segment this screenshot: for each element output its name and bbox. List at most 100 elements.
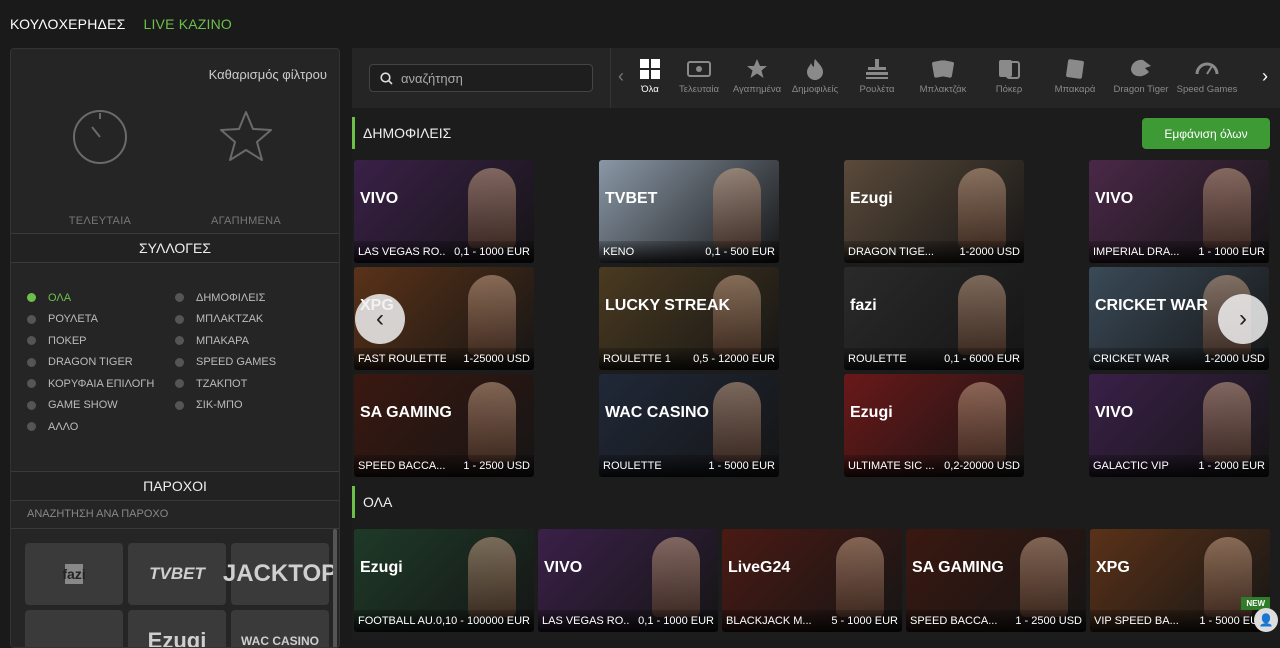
category-dragon[interactable]: Dragon Tiger [1108, 56, 1174, 104]
game-card[interactable]: fazi ROULETTE 0,1 - 6000 EUR [844, 267, 1024, 370]
category-grid[interactable]: Όλα [630, 56, 670, 104]
tab-live-casino[interactable]: LIVE KAZINO [143, 16, 232, 32]
dealer-image [713, 275, 761, 355]
game-card[interactable]: TVBET KENO 0,1 - 500 EUR [599, 160, 779, 263]
search-box[interactable] [369, 64, 593, 92]
collection-item[interactable]: ΑΛΛΟ [27, 420, 175, 434]
provider-logo: LiveG24 [728, 559, 791, 576]
collection-item[interactable]: ΟΛΑ [27, 291, 175, 305]
game-card[interactable]: WAC CASINO ROULETTE 1 - 5000 EUR [599, 374, 779, 477]
carousel-prev-button[interactable]: ‹ [355, 294, 405, 344]
dealer-image [1203, 168, 1251, 248]
game-name: LAS VEGAS RO... [358, 246, 446, 258]
show-all-button[interactable]: Εμφάνιση όλων [1142, 118, 1270, 149]
game-card[interactable]: XPG NEW VIP SPEED BA... 1 - 5000 EUR [1090, 529, 1270, 632]
game-name: IMPERIAL DRA... [1093, 246, 1180, 258]
category-star[interactable]: Αγαπημένα [728, 56, 786, 104]
game-card[interactable]: LUCKY STREAK ROULETTE 1 0,5 - 12000 EUR [599, 267, 779, 370]
game-info-bar: ROULETTE 0,1 - 6000 EUR [844, 348, 1024, 370]
dealer-image [958, 382, 1006, 462]
dealer-image [468, 382, 516, 462]
collection-item[interactable]: ΜΠΛΑΚΤΖΑΚ [175, 313, 323, 327]
dealer-image [836, 537, 884, 617]
game-card[interactable]: SA GAMING SPEED BACCA... 1 - 2500 USD [906, 529, 1086, 632]
collection-item[interactable]: GAME SHOW [27, 399, 175, 413]
category-baccarat[interactable]: Μπακαρά [1042, 56, 1108, 104]
provider-search-input[interactable]: ΑΝΑΖΗΤΗΣΗ ΑΝΑ ΠΑΡΟΧΟ [11, 501, 339, 529]
collection-label: ΣΙΚ-ΜΠΟ [196, 399, 243, 412]
game-card[interactable]: VIVO IMPERIAL DRA... 1 - 1000 EUR [1089, 160, 1269, 263]
game-card[interactable]: VIVO LAS VEGAS RO... 0,1 - 1000 EUR [354, 160, 534, 263]
game-name: SPEED BACCA... [910, 615, 998, 627]
provider-logo: Ezugi [850, 404, 893, 421]
category-list: Όλα Τελευταία Αγαπημένα Δημοφιλείς Ρουλέτα Μπ… [630, 56, 1240, 104]
game-name: VIP SPEED BA... [1094, 615, 1179, 627]
collection-item[interactable]: ΡΟΥΛΕΤΑ [27, 313, 175, 327]
bet-limits: 0,1 - 1000 EUR [454, 246, 530, 258]
collections-header: ΣΥΛΛΟΓΕΣ [11, 233, 339, 263]
category-blackjack[interactable]: Μπλακτζάκ [910, 56, 976, 104]
radio-dot-icon [27, 400, 36, 410]
game-card[interactable]: VIVO LAS VEGAS RO... 0,1 - 1000 EUR [538, 529, 718, 632]
game-name: ROULETTE [848, 353, 907, 365]
sidebar-scrollbar[interactable] [333, 529, 337, 647]
user-support-icon[interactable]: 👤 [1254, 608, 1278, 632]
provider-logo: Ezugi [360, 559, 403, 576]
game-name: GALACTIC VIP [1093, 460, 1169, 472]
main-content: ‹ Όλα Τελευταία Αγαπημένα Δημοφιλείς Ρουλέτα… [352, 48, 1280, 640]
category-label: Αγαπημένα [732, 84, 782, 95]
category-poker[interactable]: Πόκερ [976, 56, 1042, 104]
provider-logo: Ezugi [850, 190, 893, 207]
game-info-bar: ULTIMATE SIC ... 0,2-20000 USD [844, 455, 1024, 477]
category-label: Τελευταία [679, 84, 719, 95]
game-card[interactable]: Ezugi ULTIMATE SIC ... 0,2-20000 USD [844, 374, 1024, 477]
collection-item[interactable]: ΜΠΑΚΑΡΑ [175, 334, 323, 348]
provider-ezugi[interactable]: Ezugi [128, 610, 226, 647]
collection-item[interactable]: ΚΟΡΥΦΑΙΑ ΕΠΙΛΟΓΗ [27, 377, 175, 391]
bet-limits: 1 - 1000 EUR [1198, 246, 1265, 258]
collection-label: ΜΠΑΚΑΡΑ [196, 334, 249, 347]
game-card[interactable]: SA GAMING SPEED BACCA... 1 - 2500 USD [354, 374, 534, 477]
collection-item[interactable]: SPEED GAMES [175, 356, 323, 370]
bet-limits: 1-2000 USD [1204, 353, 1265, 365]
star-outline-icon [218, 109, 274, 165]
clear-filter-link[interactable]: Καθαρισμός φίλτρου [209, 67, 327, 82]
tab-slots[interactable]: ΚΟΥΛΟΧΕΡΗΔΕΣ [10, 16, 125, 32]
collection-item[interactable]: ΔΗΜΟΦΙΛΕΙΣ [175, 291, 323, 305]
provider-jacktop[interactable]: JACKTOP [223, 543, 337, 605]
game-info-bar: FAST ROULETTE 1-25000 USD [354, 348, 534, 370]
baccarat-icon [1042, 56, 1108, 82]
bet-limits: 5 - 1000 EUR [831, 615, 898, 627]
collection-item[interactable]: ΠΟΚΕΡ [27, 334, 175, 348]
provider-fazi[interactable]: fazi [25, 543, 123, 605]
dealer-image [652, 537, 700, 617]
game-name: FAST ROULETTE [358, 353, 446, 365]
category-fire[interactable]: Δημοφιλείς [786, 56, 844, 104]
game-info-bar: VIP SPEED BA... 1 - 5000 EUR [1090, 610, 1270, 632]
provider-wac-casino[interactable]: WAC CASINO [231, 610, 329, 647]
search-icon [380, 71, 393, 85]
chevron-left-icon: ‹ [376, 305, 384, 332]
chevron-right-icon[interactable]: › [1262, 66, 1268, 87]
game-card[interactable]: Ezugi DRAGON TIGE... 1-2000 USD [844, 160, 1024, 263]
recent-filter[interactable]: ΤΕΛΕΥΤΑΙΑ [45, 109, 155, 227]
favorites-filter[interactable]: ΑΓΑΠΗΜΕΝΑ [191, 109, 301, 227]
provider-tvbet[interactable]: TVBET [128, 543, 226, 605]
speedometer-icon [1174, 56, 1240, 82]
search-input[interactable] [401, 70, 581, 86]
collection-item[interactable]: DRAGON TIGER [27, 356, 175, 370]
game-card[interactable]: Ezugi FOOTBALL AU... 0,10 - 100000 EUR [354, 529, 534, 632]
category-recent[interactable]: Τελευταία [670, 56, 728, 104]
category-roulette[interactable]: Ρουλέτα [844, 56, 910, 104]
provider-unknown[interactable] [25, 610, 123, 647]
chevron-left-icon[interactable]: ‹ [618, 66, 624, 87]
collection-item[interactable]: ΣΙΚ-ΜΠΟ [175, 399, 323, 413]
game-info-bar: SPEED BACCA... 1 - 2500 USD [354, 455, 534, 477]
game-card[interactable]: LiveG24 BLACKJACK M... 5 - 1000 EUR [722, 529, 902, 632]
provider-logo: WAC CASINO [605, 404, 709, 421]
collection-label: SPEED GAMES [196, 356, 277, 369]
category-speedometer[interactable]: Speed Games [1174, 56, 1240, 104]
game-card[interactable]: VIVO GALACTIC VIP 1 - 2000 EUR [1089, 374, 1269, 477]
carousel-next-button[interactable]: › [1218, 294, 1268, 344]
collection-item[interactable]: ΤΖΑΚΠΟΤ [175, 377, 323, 391]
